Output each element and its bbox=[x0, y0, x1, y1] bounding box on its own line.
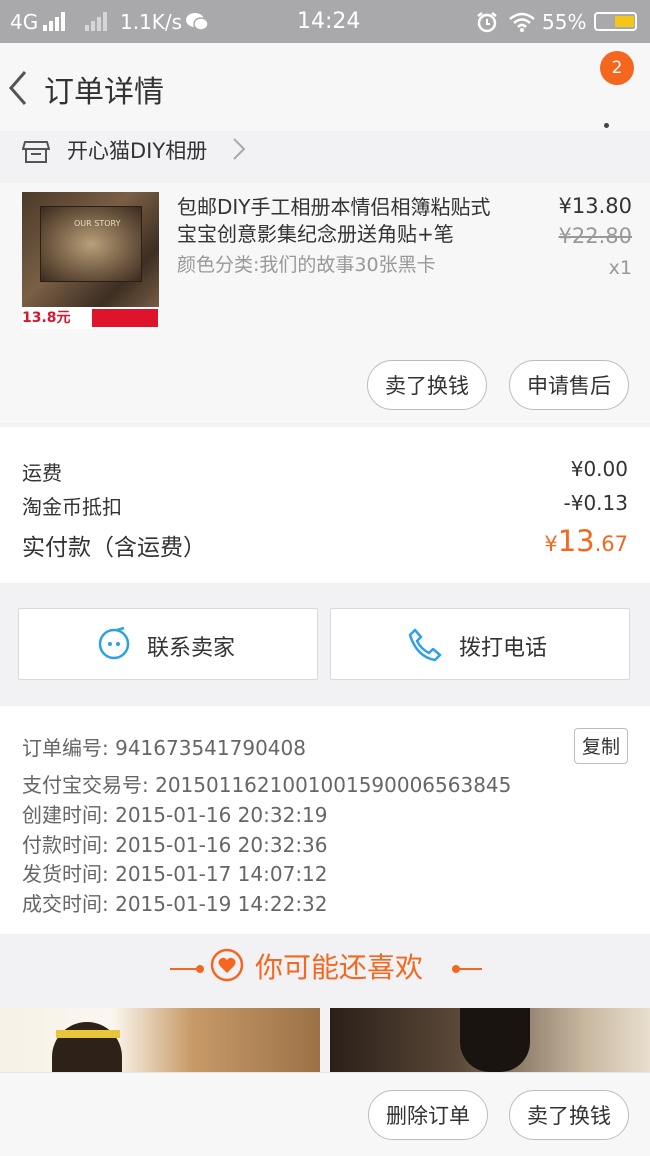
recommend-title: 你可能还喜欢 bbox=[255, 951, 424, 984]
paid-time: 付款时间: 2015-01-16 20:32:36 bbox=[22, 833, 328, 857]
coin-label: 淘金币抵扣 bbox=[22, 495, 122, 519]
product-title[interactable]: 包邮DIY手工相册本情侣相簿粘贴式宝宝创意影集纪念册送角贴+笔 bbox=[177, 194, 507, 248]
chat-bubble-icon bbox=[98, 627, 130, 660]
shipping-row: 运费 ¥0.00 bbox=[22, 457, 628, 486]
divider-right bbox=[456, 968, 482, 970]
total-label: 实付款（含运费） bbox=[22, 535, 206, 561]
thumbnail-price-text: 13.8元 bbox=[22, 310, 71, 326]
fee-summary: 运费 ¥0.00 淘金币抵扣 -¥0.13 实付款（含运费） ¥13.67 bbox=[0, 427, 650, 583]
shop-row[interactable]: 开心猫DIY相册 bbox=[0, 131, 650, 179]
recommend-item-image[interactable] bbox=[0, 1008, 320, 1072]
network-speed: 1.1K/s bbox=[120, 10, 183, 34]
shipping-value: ¥0.00 bbox=[570, 457, 628, 481]
shop-name[interactable]: 开心猫DIY相册 bbox=[67, 135, 207, 165]
battery-percent: 55% bbox=[542, 10, 587, 34]
thumbnail-album-text: OUR STORY bbox=[74, 219, 121, 228]
notification-badge: 2 bbox=[600, 51, 634, 85]
coin-row: 淘金币抵扣 -¥0.13 bbox=[22, 491, 628, 520]
product-original-price: ¥22.80 bbox=[558, 224, 632, 248]
product-price: ¥13.80 bbox=[558, 194, 632, 218]
contact-seller-button[interactable]: 联系卖家 bbox=[18, 608, 318, 680]
wifi-icon bbox=[509, 12, 535, 32]
phone-icon bbox=[408, 628, 442, 662]
network-type: 4G bbox=[10, 10, 39, 34]
product-quantity: x1 bbox=[608, 257, 632, 279]
nav-header: 订单详情 bbox=[0, 43, 650, 146]
coin-value: -¥0.13 bbox=[563, 491, 628, 515]
divider-left-dot bbox=[196, 965, 204, 973]
shipped-time: 发货时间: 2015-01-17 14:07:12 bbox=[22, 862, 328, 886]
clock: 14:24 bbox=[297, 9, 361, 34]
page-title: 订单详情 bbox=[44, 75, 164, 110]
total-currency: ¥ bbox=[544, 532, 558, 556]
contact-bar: 联系卖家 拨打电话 bbox=[0, 598, 650, 690]
order-number: 订单编号: 941673541790408 bbox=[22, 736, 306, 760]
heart-icon bbox=[210, 948, 244, 982]
sell-button[interactable]: 卖了换钱 bbox=[367, 360, 487, 410]
recommend-header: 你可能还喜欢 bbox=[0, 934, 650, 1006]
alipay-trade-number: 支付宝交易号: 2015011621001001590006563845 bbox=[22, 773, 512, 797]
product-card[interactable]: OUR STORY 13.8元 包邮DIY手工相册本情侣相簿粘贴式宝宝创意影集纪… bbox=[0, 183, 650, 423]
total-value: ¥13.67 bbox=[544, 524, 628, 558]
recommend-item-image[interactable] bbox=[330, 1008, 650, 1072]
copy-button[interactable]: 复制 bbox=[574, 728, 628, 764]
sell-button-bottom[interactable]: 卖了换钱 bbox=[509, 1090, 629, 1140]
contact-seller-label: 联系卖家 bbox=[147, 636, 236, 661]
back-arrow-icon[interactable] bbox=[6, 69, 30, 107]
total-row: 实付款（含运费） ¥13.67 bbox=[22, 524, 628, 562]
completed-time: 成交时间: 2015-01-19 14:22:32 bbox=[22, 892, 328, 916]
chevron-right-icon bbox=[233, 138, 246, 160]
created-time: 创建时间: 2015-01-16 20:32:19 bbox=[22, 803, 328, 827]
order-info: 订单编号: 941673541790408 复制 支付宝交易号: 2015011… bbox=[0, 706, 650, 934]
alarm-icon bbox=[477, 12, 497, 33]
call-phone-button[interactable]: 拨打电话 bbox=[330, 608, 630, 680]
total-integer: 13 bbox=[557, 524, 595, 558]
delete-order-button[interactable]: 删除订单 bbox=[368, 1090, 488, 1140]
wechat-icon bbox=[186, 13, 209, 31]
after-sale-button[interactable]: 申请售后 bbox=[509, 360, 629, 410]
battery-icon bbox=[594, 12, 637, 31]
status-bar: 4G 1.1K/s 14:24 55% bbox=[0, 0, 650, 43]
product-sku: 颜色分类:我们的故事30张黑卡 bbox=[177, 254, 436, 276]
call-phone-label: 拨打电话 bbox=[459, 636, 548, 661]
total-decimal: .67 bbox=[594, 532, 628, 556]
product-thumbnail[interactable]: OUR STORY 13.8元 bbox=[22, 192, 159, 329]
shop-icon bbox=[22, 141, 50, 163]
shipping-label: 运费 bbox=[22, 461, 62, 485]
bottom-action-bar: 删除订单 卖了换钱 bbox=[0, 1072, 650, 1156]
